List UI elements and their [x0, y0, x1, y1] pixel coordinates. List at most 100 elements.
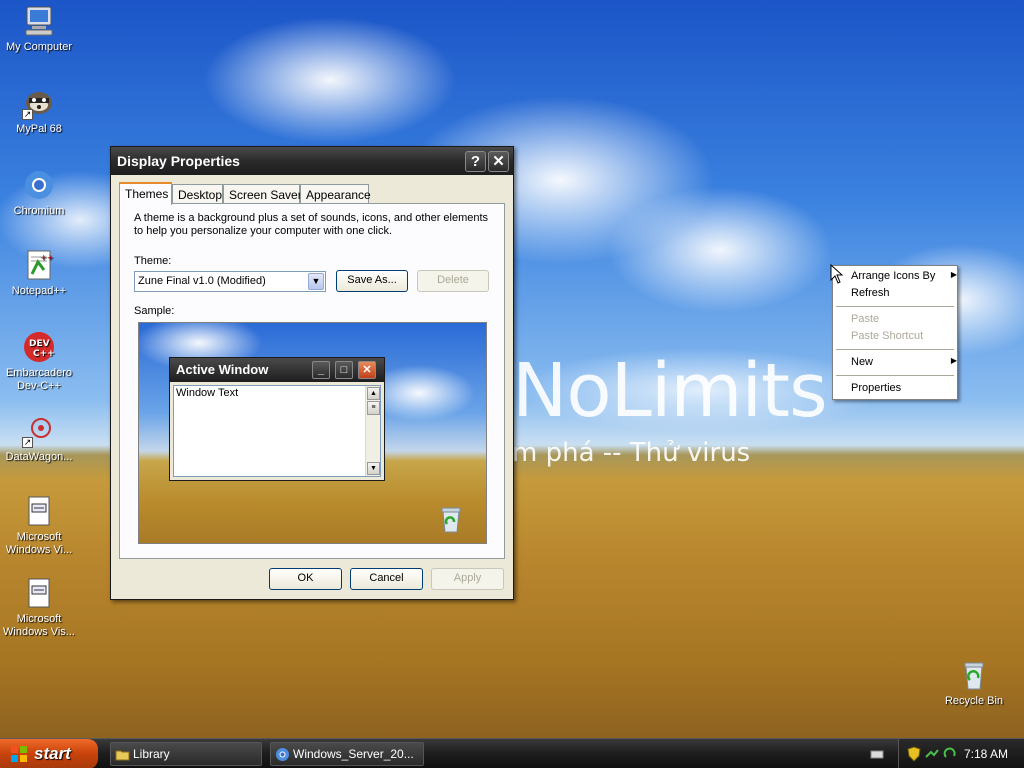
raccoon-icon: ↗ — [22, 86, 56, 120]
scroll-up-icon: ▲ — [367, 387, 380, 400]
desktop-icon-label: Recycle Bin — [944, 695, 1004, 707]
desktop-icon-datawagon[interactable]: ↗ DataWagon... — [0, 414, 78, 464]
scroll-down-icon: ▼ — [367, 462, 380, 475]
scroll-thumb: ≡ — [367, 401, 380, 415]
shortcut-arrow-icon: ↗ — [22, 437, 33, 448]
submenu-arrow-icon: ▶ — [950, 270, 957, 279]
network-icon[interactable] — [925, 747, 939, 761]
desktop-icon-notepadpp[interactable]: ++ Notepad++ — [0, 248, 78, 298]
svg-text:++: ++ — [40, 253, 53, 262]
menu-item-arrange-icons-by[interactable]: Arrange Icons By ▶ — [851, 270, 957, 284]
help-button[interactable]: ? — [465, 151, 486, 172]
themes-panel: A theme is a background plus a set of so… — [119, 203, 505, 559]
start-button[interactable]: start — [0, 739, 98, 768]
tab-screen-saver[interactable]: Screen Saver — [223, 184, 302, 204]
recycle-bin-icon — [957, 658, 991, 692]
security-shield-icon[interactable] — [907, 746, 921, 762]
keyboard-icon[interactable] — [870, 747, 884, 761]
document-icon — [22, 494, 56, 528]
desktop-icon-windows-vis[interactable]: Microsoft Windows Vis... — [0, 576, 78, 639]
close-icon: ✕ — [358, 361, 376, 379]
desktop-context-menu: Arrange Icons By ▶ Refresh Paste Paste S… — [832, 265, 958, 400]
menu-item-refresh[interactable]: Refresh — [851, 287, 890, 301]
desktop-icon-devcpp[interactable]: DEV C++ Embarcadero Dev-C++ — [0, 330, 78, 393]
sample-active-window: Active Window _ □ ✕ Window Text ▲ ≡ ▼ — [169, 357, 385, 481]
dialog-titlebar[interactable]: Display Properties ? ✕ — [111, 147, 513, 175]
tab-desktop[interactable]: Desktop — [172, 184, 223, 204]
theme-description: A theme is a background plus a set of so… — [134, 212, 489, 237]
theme-select-value: Zune Final v1.0 (Modified) — [138, 275, 266, 287]
apply-button[interactable]: Apply — [431, 568, 504, 590]
taskbar-item-label: Windows_Server_20... — [293, 747, 414, 761]
clock[interactable]: 7:18 AM — [964, 747, 1008, 761]
svg-text:C++: C++ — [33, 349, 55, 359]
menu-item-paste-shortcut[interactable]: Paste Shortcut — [851, 330, 923, 344]
desktop-icon-recycle-bin[interactable]: Recycle Bin — [935, 658, 1013, 708]
theme-select[interactable]: Zune Final v1.0 (Modified) ▼ — [134, 271, 326, 292]
menu-separator — [836, 306, 954, 307]
delete-button[interactable]: Delete — [417, 270, 489, 292]
minimize-icon: _ — [312, 361, 330, 379]
chevron-down-icon[interactable]: ▼ — [308, 273, 324, 290]
document-icon — [22, 576, 56, 610]
maximize-icon: □ — [335, 361, 353, 379]
desktop-icon-label: Chromium — [13, 205, 65, 217]
chromium-icon — [275, 747, 290, 762]
datawagon-icon: ↗ — [22, 414, 56, 448]
desktop-icon-label: Microsoft Windows Vi... — [5, 531, 73, 556]
menu-item-label: New — [851, 356, 874, 368]
taskbar-item-label: Library — [133, 747, 170, 761]
sample-scrollbar: ▲ ≡ ▼ — [365, 386, 380, 476]
sample-window-text: Window Text — [176, 387, 239, 399]
sample-window-titlebar: Active Window _ □ ✕ — [170, 358, 384, 382]
ok-button[interactable]: OK — [269, 568, 342, 590]
desktop-icon-my-computer[interactable]: My Computer — [0, 4, 78, 54]
desktop-icon-chromium[interactable]: Chromium — [0, 168, 78, 218]
theme-sample-preview: Active Window _ □ ✕ Window Text ▲ ≡ ▼ — [138, 322, 487, 544]
desktop-icon-label: Embarcadero Dev-C++ — [5, 367, 73, 392]
desktop-icon-mypal[interactable]: ↗ MyPal 68 — [0, 86, 78, 136]
save-as-button[interactable]: Save As... — [336, 270, 408, 292]
wallpaper-subtext: m phá -- Thử virus — [512, 438, 751, 468]
system-tray: 7:18 AM — [898, 739, 1024, 768]
menu-separator — [836, 349, 954, 350]
chromium-icon — [22, 168, 56, 202]
computer-icon — [22, 4, 56, 38]
windows-logo-icon — [10, 745, 28, 763]
menu-separator — [836, 375, 954, 376]
submenu-arrow-icon: ▶ — [950, 356, 957, 365]
tab-themes[interactable]: Themes — [119, 182, 172, 205]
notepad-plus-plus-icon: ++ — [22, 248, 56, 282]
desktop-icon-windows-vi[interactable]: Microsoft Windows Vi... — [0, 494, 78, 557]
shortcut-arrow-icon: ↗ — [22, 109, 33, 120]
menu-item-paste[interactable]: Paste — [851, 313, 879, 327]
recycle-bin-icon — [438, 505, 464, 533]
menu-item-label: Arrange Icons By — [851, 270, 936, 282]
taskbar-item-chromium[interactable]: Windows_Server_20... — [270, 742, 424, 766]
desktop-icon-label: MyPal 68 — [16, 123, 62, 135]
desktop-icon-label: Notepad++ — [11, 285, 67, 297]
desktop-icon-label: Microsoft Windows Vis... — [3, 613, 75, 638]
taskbar-item-library[interactable]: Library — [110, 742, 262, 766]
mouse-cursor-icon — [830, 263, 844, 284]
menu-item-new[interactable]: New ▶ — [851, 356, 957, 370]
desktop-icon-label: My Computer — [5, 41, 73, 53]
close-button[interactable]: ✕ — [488, 151, 509, 172]
dev-cpp-icon: DEV C++ — [22, 330, 56, 364]
start-label: start — [34, 744, 71, 763]
cancel-button[interactable]: Cancel — [350, 568, 423, 590]
recycle-sync-icon[interactable] — [943, 747, 957, 761]
menu-item-properties[interactable]: Properties — [851, 382, 901, 396]
tab-appearance[interactable]: Appearance — [300, 184, 371, 204]
wallpaper-text: NoLimits — [512, 348, 828, 434]
desktop-icon-label: DataWagon... — [5, 451, 73, 463]
taskbar: start Library Windows_Server_20... 7:18 … — [0, 738, 1024, 768]
svg-text:DEV: DEV — [29, 339, 50, 349]
folder-icon — [115, 747, 130, 762]
theme-label: Theme: — [134, 255, 172, 267]
dialog-title: Display Properties — [117, 153, 240, 169]
sample-label: Sample: — [134, 305, 175, 317]
sample-window-title: Active Window — [176, 362, 269, 377]
sample-window-body: Window Text ▲ ≡ ▼ — [173, 385, 381, 477]
display-properties-dialog: Display Properties ? ✕ Themes Desktop Sc… — [110, 146, 514, 600]
